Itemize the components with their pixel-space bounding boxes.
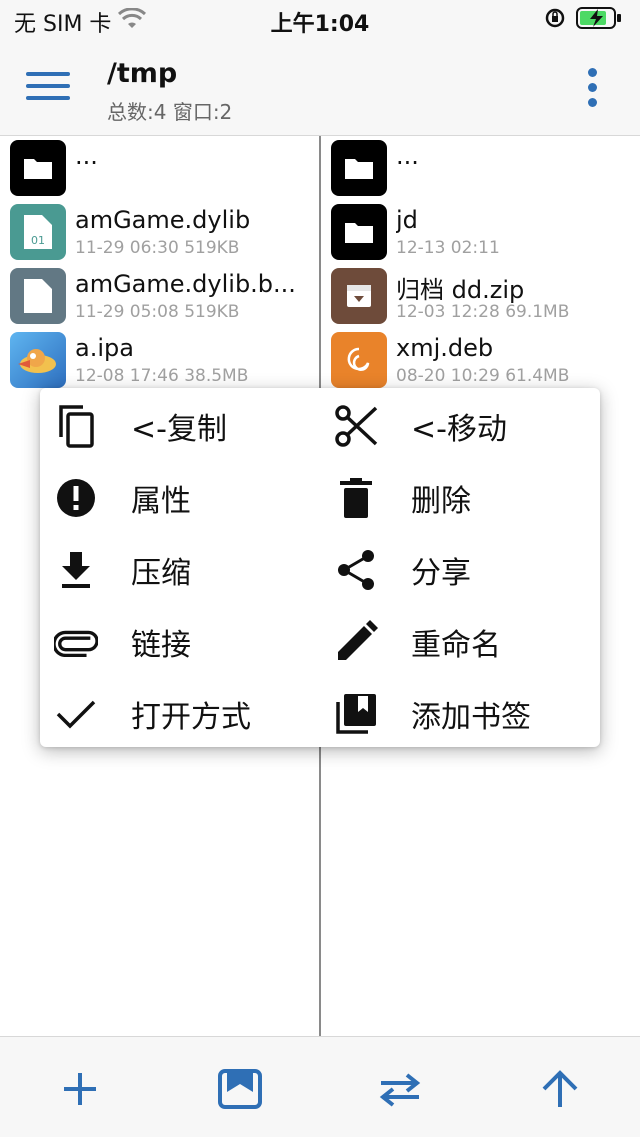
file-name: 归档 dd.zip	[396, 276, 525, 304]
menu-item-add-bookmark[interactable]: 添加书签	[334, 684, 594, 744]
status-bar: 无 SIM 卡 上午1:04	[0, 0, 640, 40]
menu-label: <-移动	[411, 412, 507, 447]
list-item[interactable]: ...	[321, 136, 640, 200]
pencil-icon	[334, 620, 378, 664]
file-icon	[10, 268, 66, 324]
menu-label: 压缩	[131, 556, 191, 591]
file-meta: 12-03 12:28 69.1MB	[396, 302, 570, 322]
app-icon	[10, 332, 66, 388]
menu-label: 分享	[411, 556, 471, 591]
status-right	[544, 6, 622, 34]
list-item[interactable]: 01 amGame.dylib 11-29 06:30 519KB	[0, 200, 319, 264]
battery-icon	[576, 6, 622, 34]
svg-text:01: 01	[31, 234, 45, 247]
more-options-icon[interactable]	[584, 68, 600, 108]
menu-item-link[interactable]: 链接	[54, 612, 314, 672]
bottom-toolbar	[0, 1036, 640, 1137]
menu-item-rename[interactable]: 重命名	[334, 612, 594, 672]
share-icon	[334, 548, 378, 592]
menu-item-open-with[interactable]: 打开方式	[54, 684, 314, 744]
menu-label: 属性	[131, 484, 191, 519]
context-menu: <-复制 <-移动 属性 删除 压缩 分享 链接 重命名 打开方式 添加书签	[40, 388, 600, 747]
menu-label: 删除	[411, 484, 471, 519]
menu-item-compress[interactable]: 压缩	[54, 540, 314, 600]
download-icon	[54, 548, 98, 592]
trash-icon	[334, 476, 378, 520]
bookmark-icon[interactable]	[216, 1065, 264, 1113]
folder-icon	[10, 140, 66, 196]
check-icon	[54, 692, 98, 736]
menu-label: 添加书签	[411, 700, 531, 735]
info-icon	[54, 476, 98, 520]
archive-icon	[331, 268, 387, 324]
copy-icon	[54, 404, 98, 448]
list-item[interactable]: xmj.deb 08-20 10:29 61.4MB	[321, 328, 640, 392]
debian-icon	[331, 332, 387, 388]
folder-icon	[331, 140, 387, 196]
arrow-up-icon[interactable]	[536, 1065, 584, 1113]
file-name: xmj.deb	[396, 334, 494, 362]
page-subtitle: 总数:4 窗口:2	[107, 100, 233, 124]
scissors-icon	[334, 404, 378, 448]
file-meta: 11-29 05:08 519KB	[75, 302, 240, 322]
file-name: ...	[75, 142, 98, 170]
menu-item-copy[interactable]: <-复制	[54, 396, 314, 456]
nav-bar: /tmp 总数:4 窗口:2	[0, 40, 640, 136]
file-name: jd	[396, 206, 418, 234]
menu-item-share[interactable]: 分享	[334, 540, 594, 600]
file-name: a.ipa	[75, 334, 134, 362]
list-item[interactable]: amGame.dylib.b... 11-29 05:08 519KB	[0, 264, 319, 328]
file-meta: 11-29 06:30 519KB	[75, 238, 240, 258]
menu-label: 打开方式	[131, 700, 251, 735]
file-name: amGame.dylib.b...	[75, 270, 296, 298]
swap-icon[interactable]	[376, 1065, 424, 1113]
link-icon	[54, 620, 98, 664]
page-title: /tmp	[107, 58, 178, 89]
menu-label: 链接	[131, 628, 191, 663]
file-name: ...	[396, 142, 419, 170]
menu-label: <-复制	[131, 412, 227, 447]
file-meta: 08-20 10:29 61.4MB	[396, 366, 570, 386]
hamburger-menu-icon[interactable]	[26, 72, 70, 104]
list-item[interactable]: ...	[0, 136, 319, 200]
plus-icon[interactable]	[56, 1065, 104, 1113]
orientation-lock-icon	[544, 7, 566, 33]
list-item[interactable]: jd 12-13 02:11	[321, 200, 640, 264]
file-meta: 12-13 02:11	[396, 238, 500, 258]
menu-item-move[interactable]: <-移动	[334, 396, 594, 456]
list-item[interactable]: 归档 dd.zip 12-03 12:28 69.1MB	[321, 264, 640, 328]
menu-item-delete[interactable]: 删除	[334, 468, 594, 528]
menu-label: 重命名	[411, 628, 501, 663]
bookmarks-icon	[334, 692, 378, 736]
file-name: amGame.dylib	[75, 206, 251, 234]
binary-file-icon: 01	[10, 204, 66, 260]
folder-icon	[331, 204, 387, 260]
file-meta: 12-08 17:46 38.5MB	[75, 366, 249, 386]
menu-item-properties[interactable]: 属性	[54, 468, 314, 528]
list-item[interactable]: a.ipa 12-08 17:46 38.5MB	[0, 328, 319, 392]
